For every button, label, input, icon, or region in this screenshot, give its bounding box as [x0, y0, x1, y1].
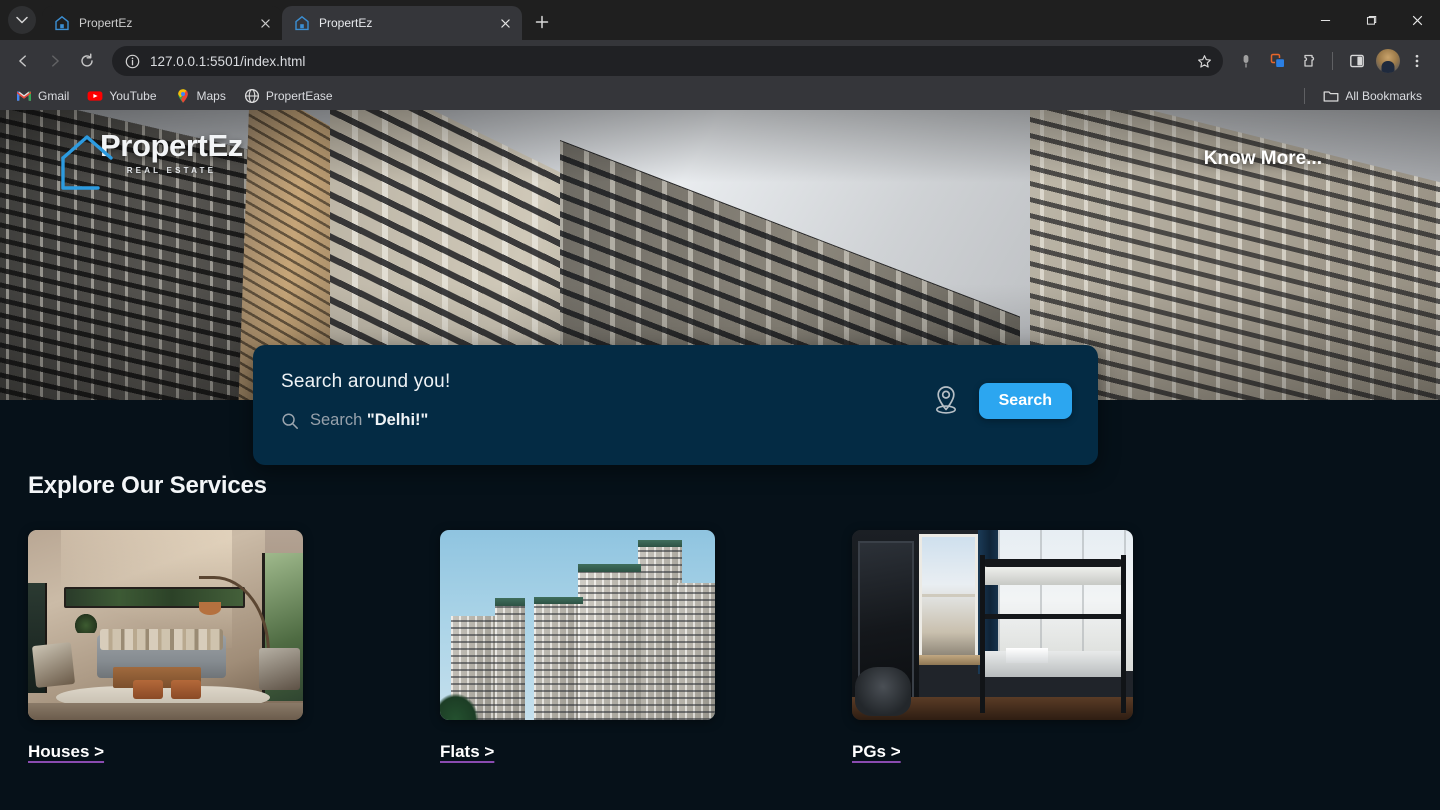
search-placeholder-prefix: Search: [310, 411, 367, 429]
back-arrow-icon: [19, 55, 26, 67]
bookmark-maps[interactable]: Maps: [167, 85, 234, 107]
maps-pin-icon: [175, 88, 191, 104]
bookmark-youtube[interactable]: YouTube: [79, 85, 164, 107]
service-card-pgs: PGs >: [852, 530, 1152, 762]
service-card-houses: Houses >: [28, 530, 440, 762]
browser-window: PropertEz PropertEz 127.0.0.1:5501/index…: [0, 0, 1440, 810]
bookmark-label: Gmail: [38, 89, 70, 103]
tab-search-button[interactable]: [8, 6, 36, 34]
globe-icon: [244, 88, 260, 104]
browser-tab-2[interactable]: PropertEz: [282, 6, 522, 40]
side-panel-button[interactable]: [1342, 46, 1372, 76]
bookmark-star-button[interactable]: [1191, 48, 1217, 74]
logo-tagline: REAL ESTATE: [126, 165, 217, 175]
all-bookmarks-area: All Bookmarks: [1300, 85, 1432, 107]
extensions-icon: [1304, 54, 1315, 67]
browser-toolbar: 127.0.0.1:5501/index.html: [0, 40, 1440, 82]
close-icon: [500, 18, 510, 28]
bookmarks-divider: [1304, 88, 1306, 104]
house-icon: [294, 15, 310, 31]
window-controls: [1302, 0, 1440, 40]
forward-button[interactable]: [40, 46, 70, 76]
all-bookmarks-label: All Bookmarks: [1345, 89, 1422, 103]
reload-button[interactable]: [72, 46, 102, 76]
close-icon: [1412, 15, 1422, 25]
mic-icon: [1243, 55, 1249, 68]
forward-arrow-icon: [52, 55, 59, 67]
bookmarks-bar: Gmail YouTube Maps PropertEase All Bookm…: [0, 82, 1440, 110]
tab-groups-button[interactable]: [1263, 46, 1293, 76]
house-icon: [54, 15, 70, 31]
search-panel-actions: Search: [931, 383, 1072, 419]
maximize-icon: [1366, 15, 1376, 25]
tab-title: PropertEz: [319, 16, 373, 30]
close-icon: [260, 18, 270, 28]
living-room-photo[interactable]: [28, 530, 303, 720]
service-card-flats: Flats >: [440, 530, 852, 762]
service-link-pgs[interactable]: PGs >: [852, 742, 901, 762]
bookmark-gmail[interactable]: Gmail: [8, 85, 77, 107]
search-panel: Search around you! Search "Delhi!" Searc…: [253, 345, 1098, 465]
plus-icon: [535, 15, 549, 29]
services-heading: Explore Our Services: [28, 472, 267, 499]
star-icon: [1197, 54, 1211, 68]
site-logo[interactable]: PropertEz REAL ESTATE: [58, 128, 243, 190]
house-outline-icon: [58, 132, 116, 199]
search-button[interactable]: Search: [978, 383, 1072, 419]
new-tab-button[interactable]: [528, 8, 556, 36]
bookmark-label: YouTube: [109, 89, 157, 103]
apartment-towers-photo[interactable]: [440, 530, 715, 720]
url-text: 127.0.0.1:5501/index.html: [150, 53, 306, 69]
bookmark-label: Maps: [196, 89, 226, 103]
maximize-button[interactable]: [1348, 0, 1394, 40]
bunk-bed-room-photo[interactable]: [852, 530, 1133, 720]
chrome-menu-icon: [1415, 54, 1419, 68]
address-bar[interactable]: 127.0.0.1:5501/index.html: [112, 46, 1223, 76]
folder-icon: [1323, 88, 1339, 104]
tab-title: PropertEz: [79, 16, 133, 30]
bookmark-label: PropertEase: [265, 89, 333, 103]
profile-avatar[interactable]: [1376, 49, 1400, 73]
tab-close-button[interactable]: [496, 14, 514, 32]
extensions-button[interactable]: [1295, 46, 1325, 76]
know-more-link[interactable]: Know More...: [1204, 148, 1322, 170]
bookmark-propertease[interactable]: PropertEase: [236, 85, 341, 107]
reload-icon: [81, 53, 93, 67]
gmail-icon: [16, 88, 32, 104]
logo-name: PropertEz: [100, 128, 243, 163]
service-cards: Houses > Flats > PGs >: [28, 530, 1440, 762]
window-close-button[interactable]: [1394, 0, 1440, 40]
tab-groups-icon: [1270, 53, 1286, 69]
chrome-menu-button[interactable]: [1402, 46, 1432, 76]
info-circle-icon[interactable]: [122, 51, 142, 71]
magnifier-icon: [281, 412, 299, 430]
service-link-houses[interactable]: Houses >: [28, 742, 104, 762]
page-viewport: PropertEz REAL ESTATE Know More... Searc…: [0, 110, 1440, 810]
back-button[interactable]: [8, 46, 38, 76]
service-link-flats[interactable]: Flats >: [440, 742, 494, 762]
browser-tab-1[interactable]: PropertEz: [42, 6, 282, 40]
tab-close-button[interactable]: [256, 14, 274, 32]
minimize-button[interactable]: [1302, 0, 1348, 40]
search-input[interactable]: Search "Delhi!": [310, 411, 428, 430]
tab-strip: PropertEz PropertEz: [0, 0, 1440, 40]
side-panel-icon: [1350, 54, 1364, 68]
chevron-down-icon: [16, 16, 28, 24]
toolbar-divider: [1332, 52, 1333, 70]
location-pin-icon[interactable]: [931, 384, 961, 418]
all-bookmarks-button[interactable]: All Bookmarks: [1315, 85, 1430, 107]
mic-button[interactable]: [1231, 46, 1261, 76]
minimize-icon: [1320, 19, 1330, 21]
youtube-icon: [87, 88, 103, 104]
search-placeholder-city: "Delhi!": [366, 411, 429, 429]
